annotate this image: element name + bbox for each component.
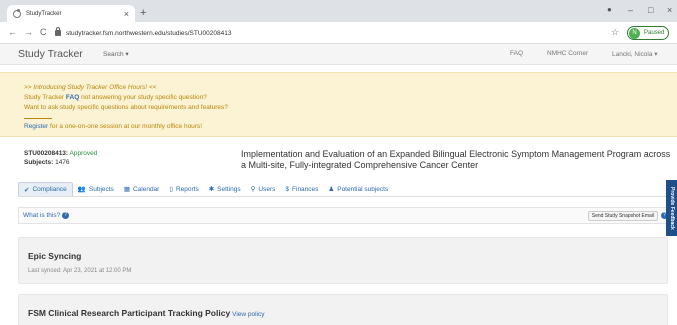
url-field[interactable]: studytracker.fsm.northwestern.edu/studie… (55, 26, 595, 40)
announcement-intro: >> Introducing Study Tracker Office Hour… (24, 84, 157, 91)
profile-button[interactable]: N Paused (627, 26, 669, 40)
announcement-divider (24, 118, 52, 119)
check-icon: ✔ (24, 186, 30, 194)
tab-label: Users (258, 185, 276, 193)
subjects-count: Subjects: 1476 (24, 159, 70, 166)
browser-tab-bar: StudyTracker × + ● – □ × (0, 0, 677, 22)
tab-label: Calendar (132, 185, 160, 193)
gear-icon: ✱ (208, 186, 215, 193)
announcement-text: for a one-on-one session at our monthly … (48, 123, 203, 130)
tab-label: Potential subjects (337, 185, 389, 193)
faq-link[interactable]: FAQ (510, 50, 523, 57)
provide-feedback-tab[interactable]: Provide Feedback (666, 180, 677, 236)
send-snapshot-button[interactable]: Send Study Snapshot Email (587, 211, 658, 221)
view-policy-link[interactable]: View policy (232, 311, 264, 318)
user-menu[interactable]: Lancki, Nicola ▾ (612, 50, 658, 58)
bookmark-star-icon[interactable]: ☆ (611, 27, 619, 38)
register-link[interactable]: Register (24, 123, 48, 130)
users-icon: 👥 (77, 186, 86, 193)
tab-subjects[interactable]: 👥 Subjects (73, 182, 119, 196)
app-navbar: Study Tracker Search ▾ FAQ NMHC Corner L… (0, 44, 677, 65)
status-badge: Approved (69, 150, 98, 157)
browser-address-bar: ← → C studytracker.fsm.northwestern.edu/… (0, 22, 677, 44)
tab-calendar[interactable]: ▦ Calendar (119, 182, 165, 196)
person-icon: ♟ (328, 186, 335, 193)
what-is-this-label: What is this? (23, 212, 61, 220)
subjects-label: Subjects: (24, 159, 54, 166)
policy-title: FSM Clinical Research Participant Tracki… (28, 308, 231, 318)
tab-label: Settings (217, 185, 241, 193)
tab-label: Reports (175, 185, 199, 193)
tab-compliance[interactable]: ✔ Compliance (18, 182, 73, 196)
epic-syncing-title: Epic Syncing (28, 251, 82, 261)
study-id: STU00208413: Approved (24, 150, 97, 157)
announcement-line-questions: Want to ask study specific questions abo… (24, 104, 228, 111)
record-icon[interactable]: ● (607, 5, 612, 14)
browser-tab[interactable]: StudyTracker × (7, 5, 135, 22)
url-text: studytracker.fsm.northwestern.edu/studie… (66, 29, 232, 37)
tab-settings[interactable]: ✱ Settings (204, 182, 246, 196)
last-synced-text: Last synced: Apr 23, 2021 at 12:00 PM (28, 268, 132, 274)
user-icon: ⚲ (250, 186, 256, 193)
search-menu[interactable]: Search ▾ (103, 50, 129, 58)
document-icon: ▯ (169, 186, 173, 193)
tracking-policy-card: FSM Clinical Research Participant Tracki… (18, 294, 668, 325)
back-icon[interactable]: ← (8, 27, 17, 37)
tab-potential-subjects[interactable]: ♟ Potential subjects (323, 182, 393, 196)
brand-link[interactable]: Study Tracker (18, 48, 83, 60)
subjects-value: 1476 (55, 159, 70, 166)
nmhc-corner-link[interactable]: NMHC Corner (547, 50, 588, 57)
avatar: N (629, 27, 640, 39)
studytracker-favicon-icon (13, 8, 21, 18)
tab-users[interactable]: ⚲ Users (246, 182, 281, 196)
tab-finances[interactable]: $ Finances (280, 182, 323, 196)
dollar-icon: $ (285, 185, 290, 193)
tab-label: Subjects (88, 185, 114, 193)
maximize-icon[interactable]: □ (648, 5, 653, 15)
new-tab-icon[interactable]: + (140, 7, 146, 19)
epic-syncing-card: Epic Syncing Last synced: Apr 23, 2021 a… (18, 237, 668, 284)
lock-icon (55, 27, 61, 36)
announcement-text: not answering your study specific questi… (79, 94, 207, 101)
compliance-toolbar: What is this? ? Send Study Snapshot Emai… (18, 207, 668, 224)
forward-icon[interactable]: → (24, 27, 33, 37)
browser-tab-title: StudyTracker (26, 10, 62, 17)
question-icon: ? (62, 212, 70, 219)
tab-reports[interactable]: ▯ Reports (164, 182, 203, 196)
office-hours-announcement: >> Introducing Study Tracker Office Hour… (0, 72, 677, 137)
tab-label: Compliance (32, 186, 67, 193)
profile-status: Paused (644, 30, 665, 36)
study-tabs: ✔ Compliance 👥 Subjects ▦ Calendar ▯ Rep… (18, 182, 668, 197)
reload-icon[interactable]: C (40, 27, 47, 37)
announcement-faq-link[interactable]: FAQ (66, 94, 79, 101)
announcement-text: Study Tracker (24, 94, 66, 101)
calendar-icon: ▦ (123, 186, 130, 193)
study-title: Implementation and Evaluation of an Expa… (241, 149, 671, 170)
minimize-icon[interactable]: – (628, 5, 633, 15)
announcement-line-faq: Study Tracker FAQ not answering your stu… (24, 93, 653, 103)
what-is-this-link[interactable]: What is this? ? (23, 212, 70, 220)
tab-label: Finances (292, 185, 319, 193)
study-id-label: STU00208413: (24, 150, 69, 157)
close-window-icon[interactable]: × (667, 5, 672, 15)
announcement-register-line: Register for a one-on-one session at our… (24, 122, 653, 132)
close-tab-icon[interactable]: × (124, 9, 129, 19)
